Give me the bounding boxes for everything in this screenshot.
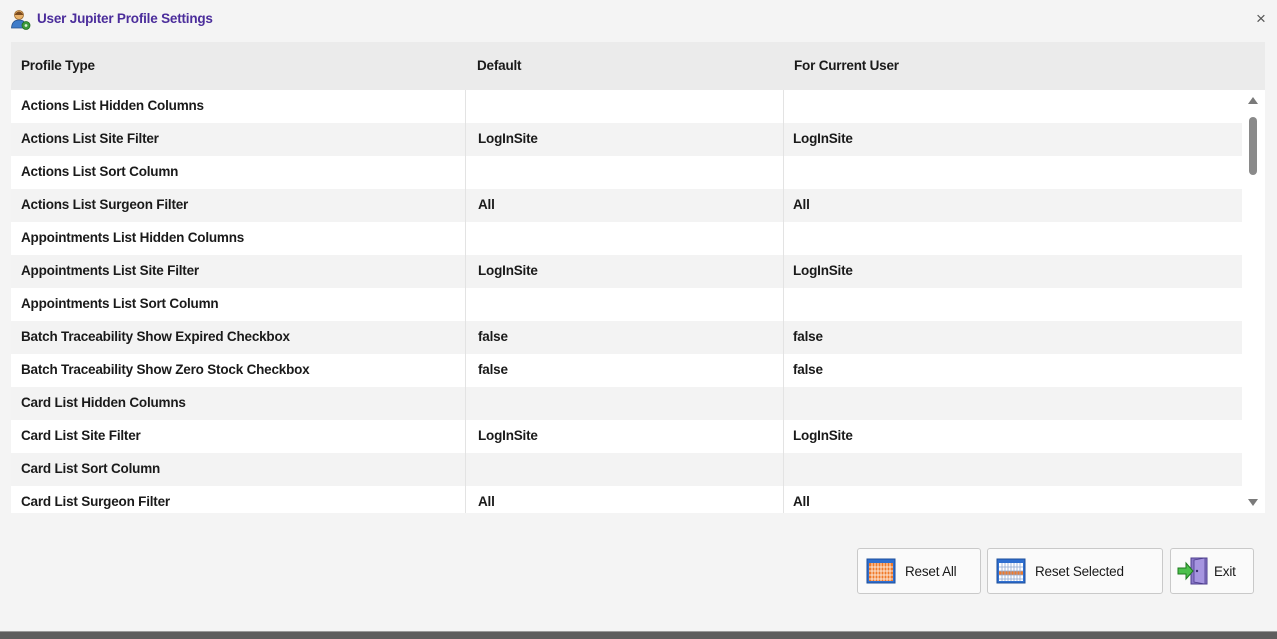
profile-type-cell: Batch Traceability Show Expired Checkbox: [21, 329, 290, 344]
background-strip: [0, 632, 1277, 639]
scroll-down-arrow-icon[interactable]: [1248, 499, 1258, 506]
current-user-cell[interactable]: LogInSite: [783, 255, 1242, 288]
table-row[interactable]: Appointments List Sort Column: [11, 288, 1242, 321]
profile-grid: Profile Type Default For Current User Ac…: [11, 42, 1265, 513]
current-user-cell[interactable]: [783, 222, 1242, 255]
default-cell: All: [465, 486, 783, 513]
profile-type-cell: Card List Surgeon Filter: [21, 494, 170, 509]
table-row[interactable]: Actions List Hidden Columns: [11, 90, 1242, 123]
profile-type-cell: Card List Site Filter: [21, 428, 141, 443]
default-cell: false: [465, 354, 783, 387]
calendar-grid-icon: [996, 558, 1026, 584]
profile-type-cell: Actions List Hidden Columns: [21, 98, 204, 113]
profile-type-cell: Appointments List Site Filter: [21, 263, 199, 278]
profile-type-cell: Card List Sort Column: [21, 461, 161, 476]
dialog-title: User Jupiter Profile Settings: [37, 11, 213, 26]
profile-type-cell: Appointments List Sort Column: [21, 296, 219, 311]
exit-button[interactable]: Exit: [1170, 548, 1254, 594]
table-row[interactable]: Card List Hidden Columns: [11, 387, 1242, 420]
reset-selected-button[interactable]: Reset Selected: [987, 548, 1163, 594]
current-user-cell[interactable]: All: [783, 486, 1242, 513]
profile-type-cell: Actions List Site Filter: [21, 131, 159, 146]
current-user-cell[interactable]: false: [783, 354, 1242, 387]
default-cell: [465, 387, 783, 420]
current-user-cell[interactable]: All: [783, 189, 1242, 222]
default-cell: [465, 222, 783, 255]
current-user-cell[interactable]: [783, 90, 1242, 123]
default-cell: [465, 453, 783, 486]
table-row[interactable]: Card List Site Filter LogInSite LogInSit…: [11, 420, 1242, 453]
scroll-thumb[interactable]: [1249, 117, 1257, 175]
default-cell: [465, 288, 783, 321]
column-header-for-current-user[interactable]: For Current User: [794, 42, 899, 90]
table-row[interactable]: Actions List Surgeon Filter All All: [11, 189, 1242, 222]
default-cell: All: [465, 189, 783, 222]
exit-door-icon: [1177, 557, 1208, 585]
reset-all-label: Reset All: [905, 563, 957, 579]
table-row[interactable]: Appointments List Site Filter LogInSite …: [11, 255, 1242, 288]
profile-type-cell: Batch Traceability Show Zero Stock Check…: [21, 362, 310, 377]
column-header-default[interactable]: Default: [477, 42, 522, 90]
profile-type-cell: Actions List Surgeon Filter: [21, 197, 189, 212]
table-row[interactable]: Batch Traceability Show Zero Stock Check…: [11, 354, 1242, 387]
calendar-grid-icon: [866, 558, 896, 584]
current-user-cell[interactable]: LogInSite: [783, 420, 1242, 453]
profile-type-cell: Appointments List Hidden Columns: [21, 230, 245, 245]
title-bar: User Jupiter Profile Settings ×: [0, 0, 1277, 40]
current-user-cell[interactable]: false: [783, 321, 1242, 354]
current-user-cell[interactable]: LogInSite: [783, 123, 1242, 156]
default-cell: LogInSite: [465, 420, 783, 453]
profile-type-cell: Actions List Sort Column: [21, 164, 179, 179]
profile-type-cell: Card List Hidden Columns: [21, 395, 186, 410]
default-cell: LogInSite: [465, 255, 783, 288]
default-cell: [465, 90, 783, 123]
reset-all-button[interactable]: Reset All: [857, 548, 981, 594]
current-user-cell[interactable]: [783, 288, 1242, 321]
profile-settings-dialog: User Jupiter Profile Settings × Profile …: [0, 0, 1277, 632]
default-cell: [465, 156, 783, 189]
table-row[interactable]: Actions List Sort Column: [11, 156, 1242, 189]
close-icon[interactable]: ×: [1253, 10, 1269, 27]
scroll-up-arrow-icon[interactable]: [1248, 97, 1258, 104]
table-row[interactable]: Appointments List Hidden Columns: [11, 222, 1242, 255]
default-cell: false: [465, 321, 783, 354]
exit-label: Exit: [1214, 563, 1236, 579]
reset-selected-label: Reset Selected: [1035, 563, 1124, 579]
table-row[interactable]: Card List Surgeon Filter All All: [11, 486, 1242, 513]
user-settings-icon: [11, 10, 31, 30]
grid-header: Profile Type Default For Current User: [11, 42, 1265, 90]
vertical-scrollbar[interactable]: [1242, 90, 1265, 513]
default-cell: LogInSite: [465, 123, 783, 156]
table-row[interactable]: Batch Traceability Show Expired Checkbox…: [11, 321, 1242, 354]
grid-rows: Actions List Hidden Columns Actions List…: [11, 90, 1242, 513]
current-user-cell[interactable]: [783, 156, 1242, 189]
table-row[interactable]: Card List Sort Column: [11, 453, 1242, 486]
table-row[interactable]: Actions List Site Filter LogInSite LogIn…: [11, 123, 1242, 156]
current-user-cell[interactable]: [783, 453, 1242, 486]
current-user-cell[interactable]: [783, 387, 1242, 420]
column-header-profile-type[interactable]: Profile Type: [21, 42, 95, 90]
